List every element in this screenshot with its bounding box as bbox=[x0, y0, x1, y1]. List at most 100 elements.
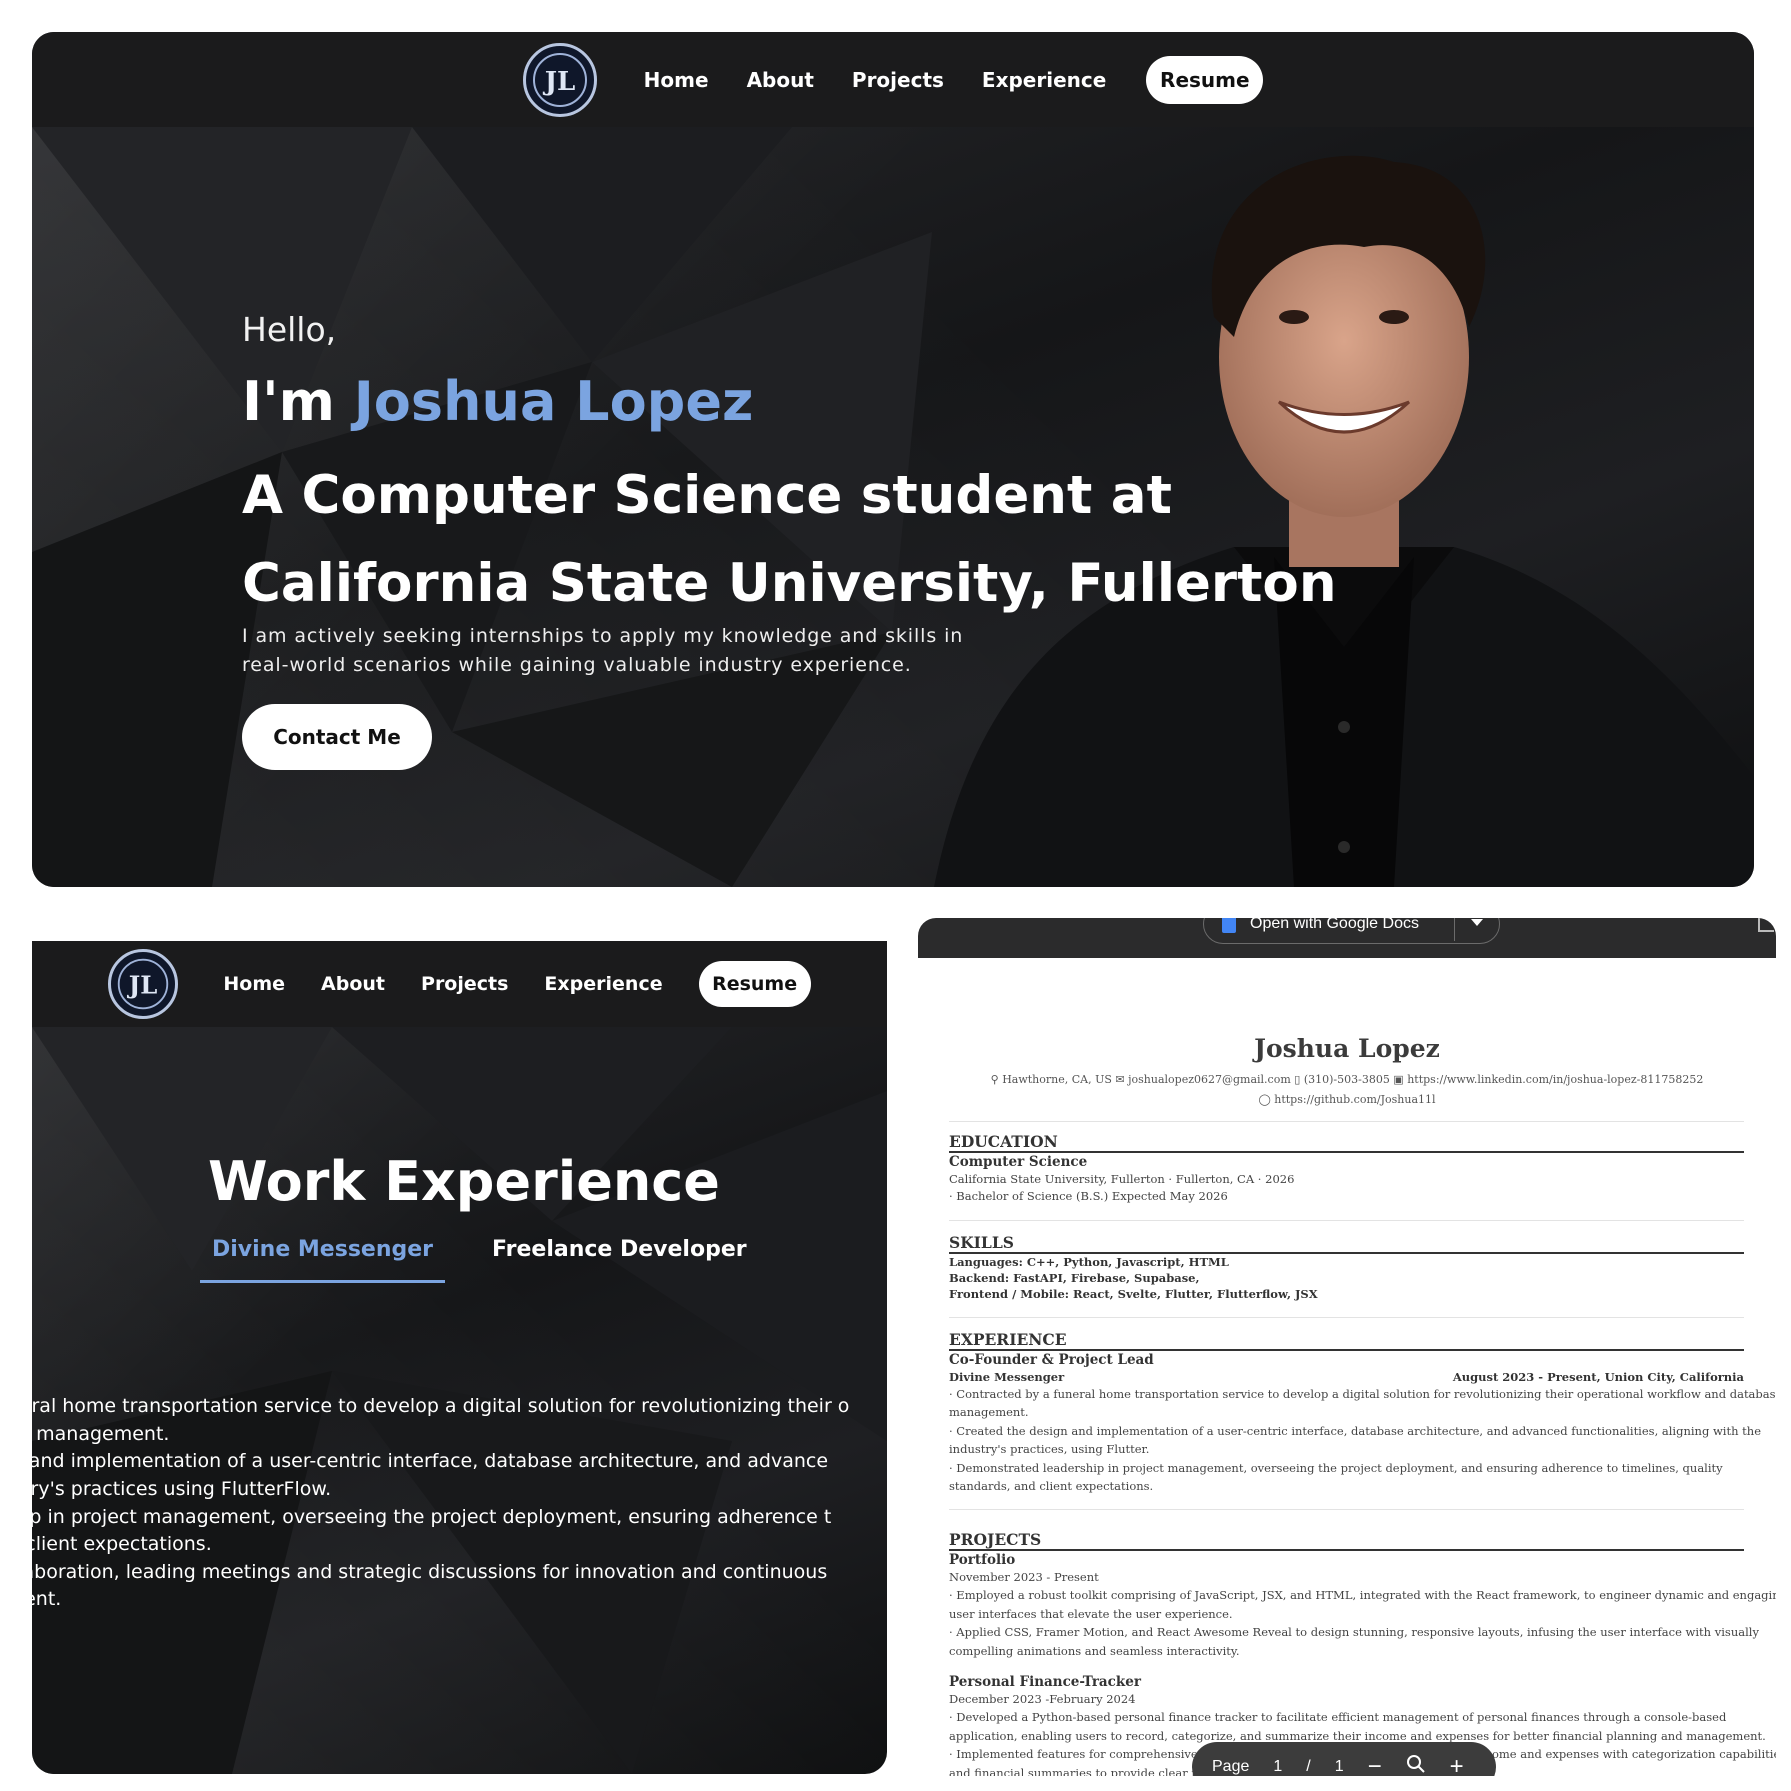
tab-divine-messenger[interactable]: Divine Messenger bbox=[200, 1237, 445, 1283]
resume-company: Divine Messenger bbox=[949, 1370, 1065, 1384]
experience-line: by a funeral home transportation service… bbox=[0, 1395, 850, 1418]
experience-details: enger Present by a funeral home transpor… bbox=[0, 1338, 888, 1638]
hero-greeting: Hello, bbox=[242, 310, 337, 349]
page-current[interactable]: 1 bbox=[1273, 1758, 1282, 1776]
nav-experience[interactable]: Experience bbox=[982, 68, 1106, 92]
magnifier-icon bbox=[1406, 1755, 1425, 1773]
divider bbox=[1454, 918, 1455, 941]
resume-bullet: · Demonstrated leadership in project man… bbox=[949, 1461, 1723, 1475]
experience-role: enger bbox=[0, 1339, 15, 1364]
svg-text:JL: JL bbox=[542, 67, 575, 97]
resume-name: Joshua Lopez bbox=[1254, 1034, 1440, 1063]
project-bullet: · Employed a robust toolkit comprising o… bbox=[949, 1588, 1776, 1602]
experience-line: database management. bbox=[0, 1422, 170, 1445]
project-dates: November 2023 - Present bbox=[949, 1570, 1099, 1584]
education-degree: Computer Science bbox=[949, 1154, 1088, 1170]
hero-description-line2: real-world scenarios while gaining valua… bbox=[242, 654, 912, 676]
hero-description: I am actively seeking internships to app… bbox=[242, 622, 1002, 680]
experience-line: he industry's practices using FlutterFlo… bbox=[0, 1477, 332, 1500]
section-rule bbox=[949, 1549, 1744, 1551]
section-rule bbox=[949, 1349, 1744, 1351]
divider bbox=[949, 1121, 1744, 1122]
resume-bullet: industry's practices, using Flutter. bbox=[949, 1442, 1150, 1456]
chevron-down-icon[interactable] bbox=[1471, 919, 1483, 926]
experience-line: leadership in project management, overse… bbox=[0, 1505, 832, 1528]
popout-icon[interactable] bbox=[1758, 918, 1774, 932]
page-total: 1 bbox=[1334, 1758, 1344, 1775]
resume-button[interactable]: Resume bbox=[1146, 55, 1264, 104]
experience-details-text: enger Present by a funeral home transpor… bbox=[0, 1338, 888, 1614]
resume-viewer: Open with Google Docs Joshua Lopez ⚲ Haw… bbox=[918, 918, 1776, 1776]
hero-intro: I'm Joshua Lopez bbox=[242, 370, 753, 433]
project-name: Portfolio bbox=[949, 1552, 1016, 1568]
education-title: EDUCATION bbox=[949, 1132, 1058, 1151]
nav-projects[interactable]: Projects bbox=[421, 973, 508, 995]
zoom-out-icon[interactable]: − bbox=[1368, 1753, 1382, 1776]
viewer-toolbar: Open with Google Docs bbox=[918, 918, 1776, 958]
skills-backend: Backend: FastAPI, Firebase, Supabase, bbox=[949, 1271, 1200, 1285]
page-controls: Page 1 / 1 − + bbox=[1192, 1742, 1496, 1776]
skills-title: SKILLS bbox=[949, 1233, 1014, 1252]
education-school: California State University, Fullerton ·… bbox=[949, 1172, 1295, 1186]
hero-name: Joshua Lopez bbox=[353, 370, 754, 433]
navbar: JL Home About Projects Experience Resume bbox=[32, 941, 887, 1027]
section-rule bbox=[949, 1252, 1744, 1254]
resume-bullet: · Created the design and implementation … bbox=[949, 1424, 1762, 1438]
project-bullet: application, enabling users to record, c… bbox=[949, 1729, 1766, 1743]
section-rule bbox=[949, 1151, 1744, 1153]
resume-dates: August 2023 - Present, Union City, Calif… bbox=[1452, 1370, 1744, 1384]
resume-experience-title: EXPERIENCE bbox=[949, 1330, 1067, 1349]
projects-title: PROJECTS bbox=[949, 1530, 1042, 1549]
hero-iam: I'm bbox=[242, 370, 335, 433]
contact-me-button[interactable]: Contact Me bbox=[242, 704, 432, 770]
project-bullet: user interfaces that elevate the user ex… bbox=[949, 1607, 1233, 1621]
nav-projects[interactable]: Projects bbox=[852, 68, 944, 92]
page-label: Page bbox=[1212, 1758, 1250, 1775]
nav-experience[interactable]: Experience bbox=[544, 973, 662, 995]
jl-logo-icon: JL bbox=[532, 52, 587, 107]
navbar: JL Home About Projects Experience Resume bbox=[32, 32, 1754, 127]
work-experience-title: Work Experience bbox=[208, 1150, 720, 1213]
resume-bullet: · Contracted by a funeral home transport… bbox=[949, 1387, 1776, 1401]
logo[interactable]: JL bbox=[108, 949, 179, 1019]
resume-role: Co-Founder & Project Lead bbox=[949, 1352, 1154, 1368]
svg-text:JL: JL bbox=[127, 970, 158, 999]
google-docs-icon bbox=[1222, 918, 1236, 933]
experience-line: rds, and client expectations. bbox=[0, 1533, 212, 1556]
experience-line: e design and implementation of a user-ce… bbox=[0, 1450, 829, 1473]
experience-line: eam collaboration, leading meetings and … bbox=[0, 1560, 828, 1583]
resume-bullet: management. bbox=[949, 1405, 1029, 1419]
resume-github-line: ◯ https://github.com/Joshua11l bbox=[1258, 1093, 1436, 1106]
hero-headline-line1: A Computer Science student at bbox=[242, 465, 1172, 526]
project-name: Personal Finance-Tracker bbox=[949, 1674, 1141, 1690]
open-with-label: Open with Google Docs bbox=[1250, 918, 1419, 932]
zoom-search-icon[interactable] bbox=[1406, 1753, 1426, 1776]
skills-frontend: Frontend / Mobile: React, Svelte, Flutte… bbox=[949, 1287, 1318, 1301]
experience-dates: Present bbox=[0, 1367, 14, 1390]
education-detail: · Bachelor of Science (B.S.) Expected Ma… bbox=[949, 1189, 1228, 1203]
divider bbox=[949, 1317, 1744, 1318]
zoom-in-icon[interactable]: + bbox=[1450, 1753, 1464, 1776]
skills-languages: Languages: C++, Python, Javascript, HTML bbox=[949, 1255, 1229, 1269]
hero-description-line1: I am actively seeking internships to app… bbox=[242, 625, 964, 647]
nav-home[interactable]: Home bbox=[223, 973, 285, 995]
tab-freelance-developer[interactable]: Freelance Developer bbox=[492, 1237, 747, 1262]
nav-about[interactable]: About bbox=[747, 68, 814, 92]
logo[interactable]: JL bbox=[522, 42, 597, 117]
divider bbox=[949, 1220, 1744, 1221]
jl-logo-icon: JL bbox=[118, 958, 169, 1010]
divider bbox=[949, 1509, 1744, 1510]
page-separator: / bbox=[1306, 1758, 1311, 1775]
resume-bullet: standards, and client expectations. bbox=[949, 1479, 1154, 1493]
nav-home[interactable]: Home bbox=[644, 68, 709, 92]
project-dates: December 2023 -February 2024 bbox=[949, 1692, 1136, 1706]
project-bullet: compelling animations and seamless inter… bbox=[949, 1644, 1240, 1658]
resume-button[interactable]: Resume bbox=[698, 961, 811, 1007]
project-bullet: · Developed a Python-based personal fina… bbox=[949, 1710, 1727, 1724]
nav-about[interactable]: About bbox=[321, 973, 385, 995]
hero-headline-line2: California State University, Fullerton bbox=[242, 553, 1337, 614]
project-bullet: · Applied CSS, Framer Motion, and React … bbox=[949, 1625, 1759, 1639]
open-with-google-docs-button[interactable]: Open with Google Docs bbox=[1203, 918, 1500, 944]
experience-line: evelopment. bbox=[0, 1588, 62, 1611]
hero-section: JL Home About Projects Experience Resume bbox=[32, 32, 1754, 887]
